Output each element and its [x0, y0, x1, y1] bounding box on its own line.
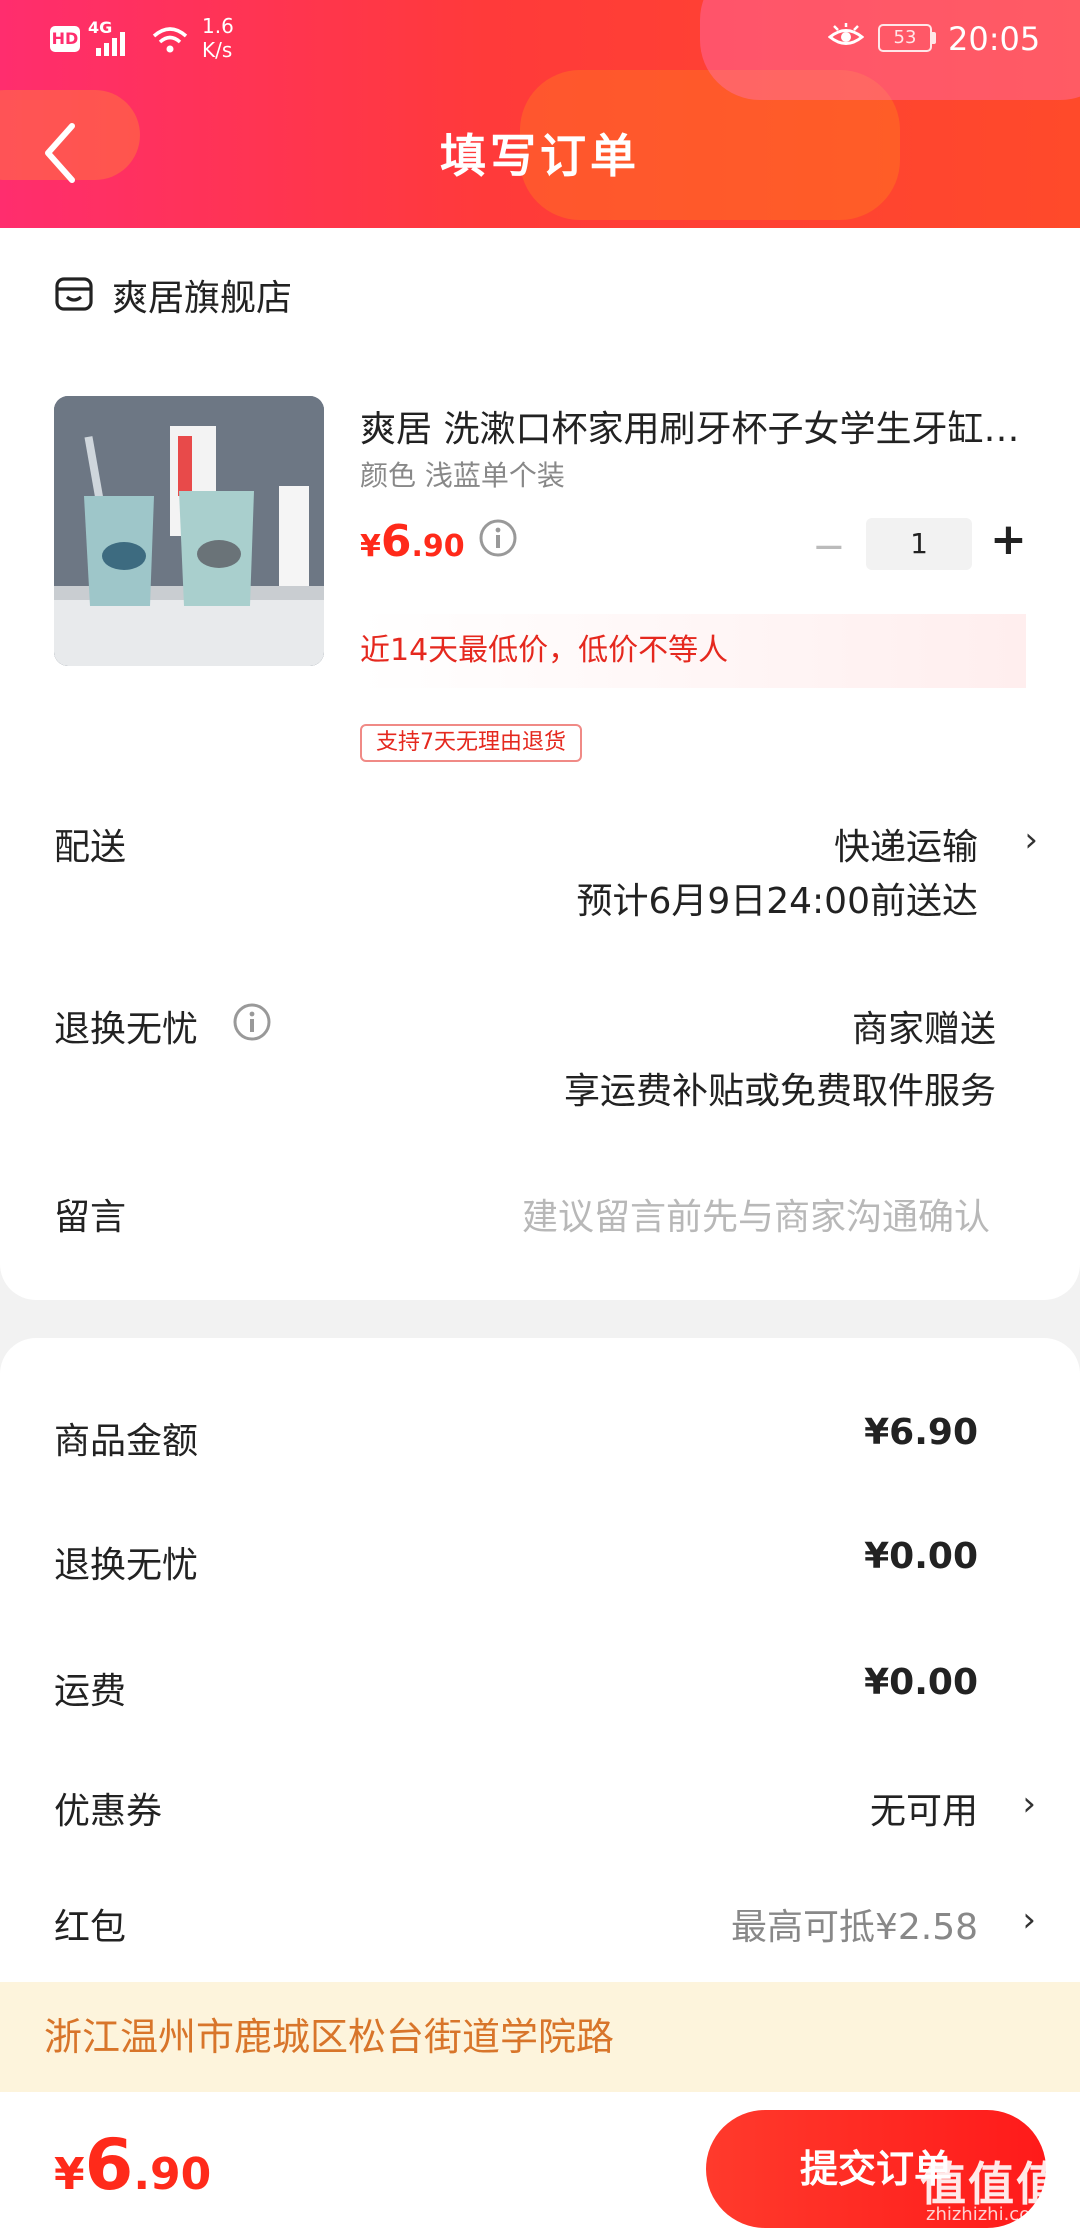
quantity-increase-button[interactable]: +: [990, 514, 1027, 565]
store-name: 爽居旗舰店: [112, 278, 293, 319]
speed-value: 1.6: [202, 14, 234, 38]
return-fee-label: 退换无忧: [54, 1545, 199, 1586]
low-price-banner: 近14天最低价，低价不等人: [360, 614, 1026, 688]
red-packet-chevron-icon[interactable]: ›: [1022, 1900, 1036, 1940]
delivery-label: 配送: [54, 827, 127, 868]
status-bar: HD 4G 1.6 K/s 53 20:05: [0, 0, 1080, 80]
price-summary-card: 商品金额 ¥6.90 退换无忧 ¥0.00 运费 ¥0.00 优惠券 无可用 ›…: [0, 1338, 1080, 1998]
product-name[interactable]: 爽居 洗漱口杯家用刷牙杯子女学生牙缸情侣一对装: [360, 400, 1030, 452]
return-policy-tag: 支持7天无理由退货: [360, 724, 582, 762]
return-fee-value: ¥0.00: [864, 1536, 978, 1577]
status-time: 20:05: [948, 20, 1041, 58]
goods-amount-value: ¥6.90: [864, 1412, 978, 1453]
speed-unit: K/s: [202, 38, 233, 62]
product-spec[interactable]: 颜色 浅蓝单个装: [360, 454, 565, 494]
product-price: ¥6.90: [360, 516, 465, 567]
shipping-fee-value: ¥0.00: [864, 1662, 978, 1703]
delivery-chevron-icon[interactable]: ›: [1024, 820, 1038, 860]
total-price: ¥6.90: [54, 2124, 212, 2206]
hd-badge: HD: [50, 26, 80, 52]
return-service-value: 商家赠送: [851, 1009, 996, 1050]
coupon-label: 优惠券: [54, 1791, 163, 1832]
signal-icon: [96, 32, 125, 56]
network-speed: 1.6 K/s: [202, 14, 234, 62]
header-bar: HD 4G 1.6 K/s 53 20:05 填写订单: [0, 0, 1080, 228]
delivery-address-bar[interactable]: 浙江温州市鹿城区松台街道学院路: [0, 1982, 1080, 2092]
product-photo: [54, 396, 324, 666]
coupon-chevron-icon[interactable]: ›: [1022, 1784, 1036, 1824]
return-service-desc: 享运费补贴或免费取件服务: [563, 1071, 996, 1112]
message-input[interactable]: 建议留言前先与商家沟通确认: [522, 1188, 990, 1240]
store-icon: [55, 277, 93, 311]
return-service-info-icon[interactable]: [232, 1002, 272, 1042]
order-card: 爽居旗舰店 爽居 洗漱口杯家用刷牙杯子女学生牙缸情侣一对装 颜色 浅蓝单个装 ¥…: [0, 228, 1080, 1300]
store-header[interactable]: 爽居旗舰店: [54, 270, 292, 320]
coupon-value[interactable]: 无可用: [870, 1782, 978, 1834]
delivery-eta: 预计6月9日24:00前送达: [576, 881, 978, 922]
return-service-label: 退换无忧: [54, 1009, 199, 1050]
goods-amount-label: 商品金额: [54, 1421, 199, 1462]
watermark-logo: 值值值 zhizhizhi.com: [920, 2157, 1064, 2225]
quantity-input[interactable]: 1: [866, 518, 972, 570]
red-packet-value[interactable]: 最高可抵¥2.58: [731, 1898, 978, 1950]
red-packet-label: 红包: [54, 1907, 127, 1948]
bottom-checkout-bar: ¥6.90 提交订单: [0, 2092, 1080, 2240]
product-image[interactable]: [54, 396, 324, 666]
page-title: 填写订单: [440, 129, 640, 183]
quantity-decrease-button[interactable]: −: [812, 524, 846, 570]
message-label: 留言: [54, 1197, 127, 1238]
battery-icon: 53: [878, 24, 932, 52]
shipping-fee-label: 运费: [54, 1671, 127, 1712]
wifi-icon: [152, 27, 188, 53]
price-info-icon[interactable]: [478, 518, 518, 558]
eye-icon: [828, 23, 864, 45]
delivery-method[interactable]: 快递运输: [834, 818, 978, 870]
